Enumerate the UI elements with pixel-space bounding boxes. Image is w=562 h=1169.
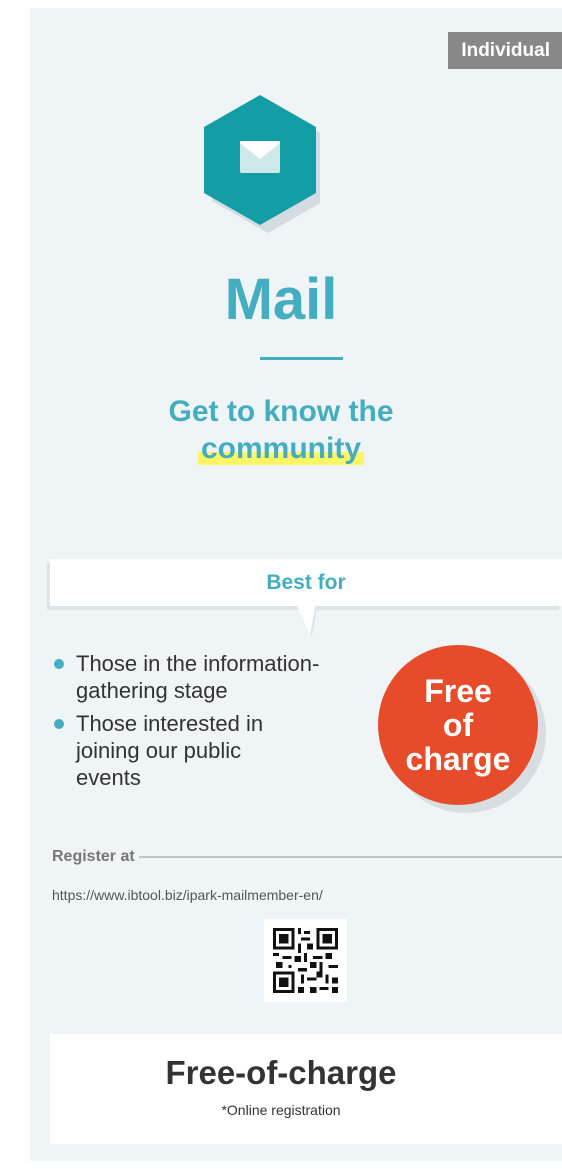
plan-type-badge: Individual	[448, 32, 562, 69]
list-item: Those interested in joining our public e…	[52, 710, 382, 791]
footer-title: Free-of-charge	[165, 1054, 397, 1091]
list-item-text: Those in the information- gathering stag…	[76, 651, 320, 703]
subtitle: Get to know the community	[0, 393, 562, 467]
best-for-heading: Best for	[50, 559, 562, 606]
price-circle: Free of charge	[378, 645, 538, 805]
bullet-dot-icon	[54, 659, 64, 669]
price-line-1: Free	[424, 673, 492, 709]
price-line-3: charge	[405, 741, 511, 777]
register-url-link[interactable]: https://www.ibtool.biz/ipark-mailmember-…	[52, 887, 323, 903]
subtitle-line-1: Get to know the	[168, 395, 394, 428]
title-divider	[260, 357, 343, 360]
speech-pointer-icon	[296, 603, 316, 636]
page-title: Mail	[224, 267, 338, 332]
footer-note: *Online registration	[221, 1102, 341, 1118]
list-item: Those in the information- gathering stag…	[52, 650, 382, 704]
register-header: Register at	[52, 848, 562, 866]
qr-code-icon[interactable]	[264, 919, 347, 1002]
subtitle-highlight: community	[197, 432, 365, 465]
qr-code-graphic	[273, 928, 338, 993]
envelope-hexagon-icon	[204, 95, 320, 233]
register-label: Register at	[52, 848, 135, 865]
price-line-2: of	[442, 707, 474, 743]
bullet-dot-icon	[54, 719, 64, 729]
register-divider	[138, 856, 562, 858]
best-for-list: Those in the information- gathering stag…	[52, 650, 382, 797]
list-item-text: Those interested in joining our public e…	[76, 711, 264, 790]
